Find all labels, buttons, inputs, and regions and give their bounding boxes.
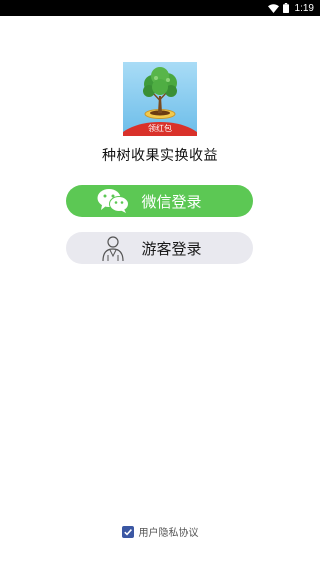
- app-title: 种树收果实换收益: [102, 148, 218, 164]
- privacy-agreement: 用户隐私协议: [0, 524, 320, 539]
- privacy-link[interactable]: 用户隐私协议: [139, 524, 199, 539]
- person-icon: [96, 235, 130, 261]
- wifi-icon: [267, 3, 279, 13]
- wechat-login-label: 微信登录: [141, 192, 202, 211]
- battery-icon: [282, 3, 289, 13]
- logo-badge-text: 领红包: [148, 124, 172, 133]
- status-time: 1:19: [294, 2, 314, 14]
- wechat-login-button[interactable]: 微信登录: [66, 185, 253, 217]
- checkmark-icon: [123, 528, 132, 536]
- status-bar: 1:19: [0, 0, 320, 16]
- app-logo: 领红包: [123, 62, 197, 136]
- privacy-checkbox[interactable]: [121, 525, 134, 538]
- guest-login-button[interactable]: 游客登录: [66, 232, 253, 264]
- wechat-icon: [96, 188, 130, 214]
- guest-login-label: 游客登录: [141, 239, 202, 258]
